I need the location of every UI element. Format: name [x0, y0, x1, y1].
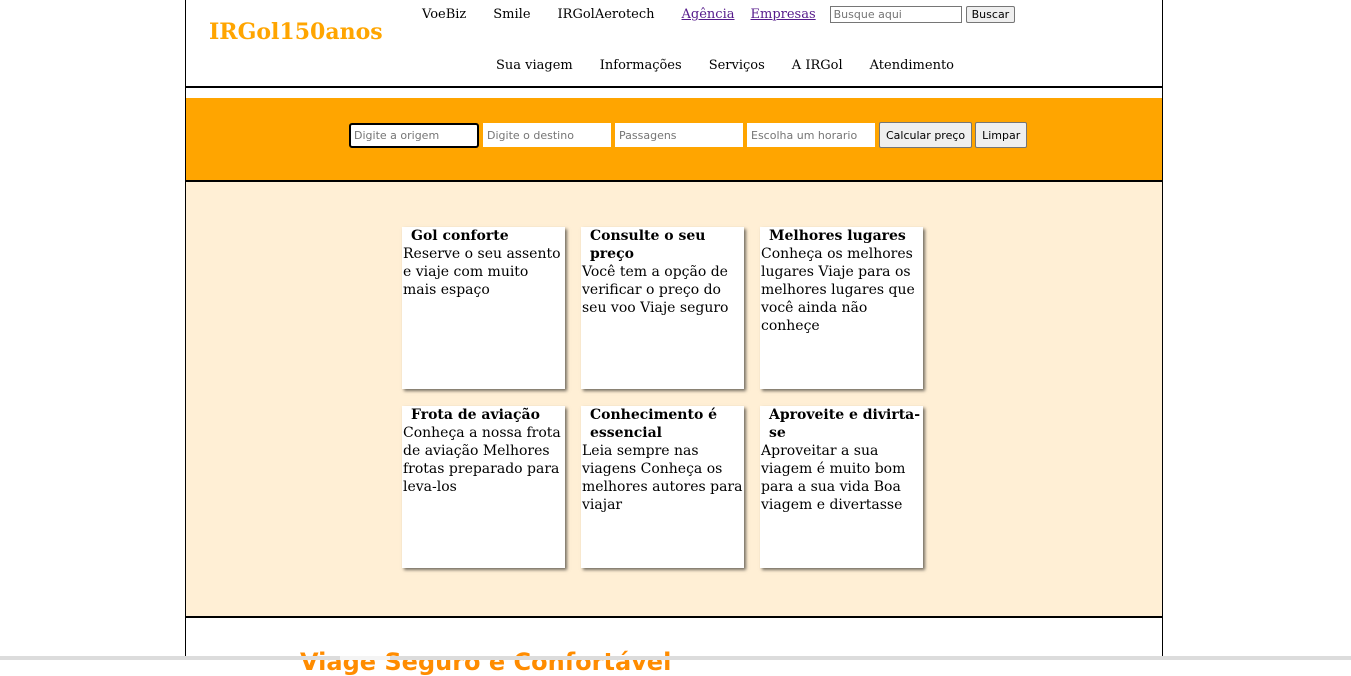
- feature-card-title: Frota de aviação: [411, 407, 540, 423]
- destination-input[interactable]: [483, 123, 611, 147]
- feature-card: Aproveite e divirta-se Aproveitar a sua …: [760, 406, 923, 568]
- calculate-price-button[interactable]: Calcular preço: [879, 122, 973, 148]
- feature-card-text: Você tem a opção de verificar o preço do…: [582, 264, 729, 316]
- site-logo[interactable]: IRGol150anos: [209, 19, 383, 45]
- top-link-irgolaerotech[interactable]: IRGolAerotech: [558, 7, 655, 22]
- scrollbar-thumb[interactable]: [340, 656, 390, 660]
- feature-card-text: Leia sempre nas viagens Conheça os melho…: [582, 443, 743, 513]
- feature-card-title: Gol conforte: [411, 228, 509, 244]
- origin-input[interactable]: [349, 122, 479, 148]
- site-search-input[interactable]: [829, 6, 962, 23]
- booking-form: Calcular preço Limpar: [349, 122, 1030, 148]
- nav-atendimento[interactable]: Atendimento: [870, 58, 954, 73]
- nav-informacoes[interactable]: Informações: [600, 58, 682, 73]
- feature-card-title: Melhores lugares: [769, 228, 906, 244]
- top-link-empresas[interactable]: Empresas: [751, 7, 816, 22]
- feature-card-title: Consulte o seu preço: [590, 228, 706, 262]
- feature-card: Consulte o seu preço Você tem a opção de…: [581, 227, 744, 389]
- feature-card-text: Aproveitar a sua viagem é muito bom para…: [761, 443, 906, 513]
- passengers-input[interactable]: [615, 123, 743, 147]
- nav-sua-viagem[interactable]: Sua viagem: [496, 58, 573, 73]
- site-search-button[interactable]: Buscar: [965, 6, 1016, 23]
- page-container: IRGol150anos VoeBiz Smile IRGolAerotech …: [185, 0, 1163, 660]
- time-input[interactable]: [747, 123, 875, 147]
- feature-card-text: Conheça a nossa frota de aviação Melhore…: [403, 425, 561, 495]
- top-link-smile[interactable]: Smile: [493, 7, 530, 22]
- footer-heading: Viage Seguro e Confortável: [300, 648, 672, 676]
- feature-card: Conhecimento é essencial Leia sempre nas…: [581, 406, 744, 568]
- booking-bar: Calcular preço Limpar: [186, 98, 1162, 182]
- feature-card-title: Aproveite e divirta-se: [769, 407, 921, 441]
- horizontal-scrollbar[interactable]: [0, 656, 1351, 660]
- feature-card-title: Conhecimento é essencial: [590, 407, 718, 441]
- site-header: IRGol150anos VoeBiz Smile IRGolAerotech …: [186, 0, 1162, 88]
- feature-card: Gol conforte Reserve o seu assento e via…: [402, 227, 565, 389]
- features-section: Gol conforte Reserve o seu assento e via…: [186, 182, 1162, 618]
- top-link-voebiz[interactable]: VoeBiz: [422, 7, 466, 22]
- nav-servicos[interactable]: Serviços: [709, 58, 765, 73]
- feature-grid: Gol conforte Reserve o seu assento e via…: [402, 227, 923, 568]
- feature-card: Frota de aviação Conheça a nossa frota d…: [402, 406, 565, 568]
- feature-card-text: Reserve o seu assento e viaje com muito …: [403, 246, 561, 298]
- top-nav: VoeBiz Smile IRGolAerotech Agência Empre…: [422, 6, 1016, 23]
- nav-a-irgol[interactable]: A IRGol: [792, 58, 843, 73]
- clear-button[interactable]: Limpar: [975, 122, 1028, 148]
- main-nav: Sua viagem Informações Serviços A IRGol …: [496, 58, 981, 73]
- feature-card: Melhores lugares Conheça os melhores lug…: [760, 227, 923, 389]
- top-link-agencia[interactable]: Agência: [682, 7, 735, 22]
- feature-card-text: Conheça os melhores lugares Viaje para o…: [761, 246, 915, 334]
